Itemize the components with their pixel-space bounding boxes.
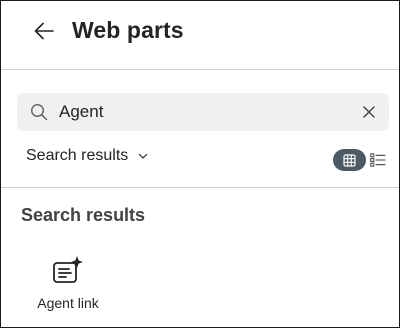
results-filter-dropdown[interactable]: Search results	[26, 143, 149, 169]
view-toggle	[333, 148, 387, 172]
arrow-left-icon	[34, 22, 54, 40]
agent-link-icon	[53, 256, 83, 283]
web-part-tile-agent-link[interactable]: Agent link	[23, 249, 113, 319]
filter-selected-label: Search results	[26, 147, 129, 164]
web-parts-panel: Web parts Search results	[0, 0, 400, 328]
section-divider	[1, 187, 399, 188]
tile-label: Agent link	[37, 295, 99, 311]
grid-view-button[interactable]	[333, 149, 366, 171]
panel-header: Web parts	[1, 1, 399, 69]
grid-view-icon	[343, 153, 356, 167]
header-divider	[1, 69, 399, 70]
clear-search-button[interactable]	[359, 102, 379, 122]
page-title: Web parts	[72, 17, 184, 43]
list-view-button[interactable]	[369, 149, 387, 171]
search-box[interactable]	[17, 93, 389, 131]
chevron-down-icon	[139, 153, 148, 159]
list-view-icon	[370, 153, 386, 167]
search-icon	[30, 103, 48, 121]
search-input[interactable]	[59, 93, 349, 131]
back-button[interactable]	[27, 15, 61, 47]
dismiss-icon	[363, 106, 375, 118]
section-title: Search results	[21, 205, 146, 225]
